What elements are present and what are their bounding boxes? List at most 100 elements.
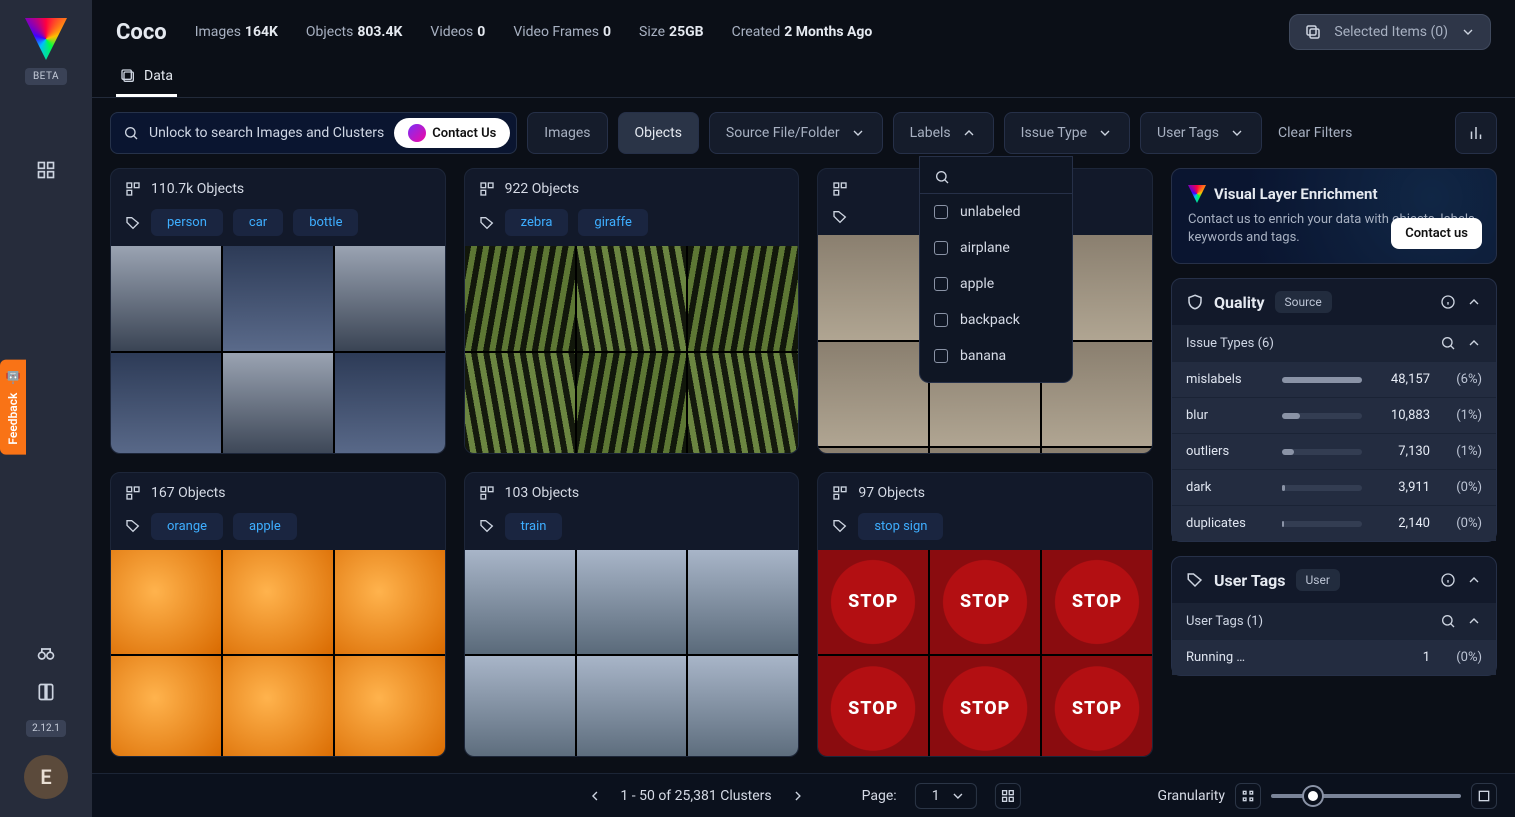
thumbnail[interactable] xyxy=(577,656,687,757)
filter-labels[interactable]: Labels xyxy=(893,112,994,154)
checkbox[interactable] xyxy=(934,349,948,363)
feedback-button[interactable]: Feedback 🤖 xyxy=(0,360,26,455)
selected-items-button[interactable]: Selected Items (0) xyxy=(1289,14,1491,50)
filter-issue-type[interactable]: Issue Type xyxy=(1004,112,1130,154)
tag[interactable]: orange xyxy=(151,513,223,540)
thumbnail[interactable] xyxy=(223,550,333,655)
thumbnail[interactable] xyxy=(930,550,1040,655)
user-tag-row[interactable]: Running …1(0%) xyxy=(1172,639,1496,675)
cluster-card[interactable]: 110.7k Objects person car bottle xyxy=(110,168,446,454)
chevron-up-icon[interactable] xyxy=(1466,294,1482,310)
thumbnail[interactable] xyxy=(818,656,928,757)
tag[interactable]: bottle xyxy=(293,209,358,236)
user-tags-header[interactable]: User Tags (1) xyxy=(1172,603,1496,639)
thumbnail[interactable] xyxy=(465,246,575,351)
thumbnail[interactable] xyxy=(465,353,575,454)
binoculars-icon[interactable] xyxy=(36,644,56,664)
filter-user-tags[interactable]: User Tags xyxy=(1140,112,1262,154)
tag[interactable]: apple xyxy=(233,513,297,540)
search-icon[interactable] xyxy=(1440,335,1456,351)
source-pill[interactable]: Source xyxy=(1275,291,1332,313)
thumbnail[interactable] xyxy=(111,246,221,351)
thumbnail[interactable] xyxy=(465,656,575,757)
dropdown-item[interactable]: backpack xyxy=(920,302,1072,338)
dropdown-item[interactable]: unlabeled xyxy=(920,194,1072,230)
checkbox[interactable] xyxy=(934,241,948,255)
thumbnail[interactable] xyxy=(688,246,798,351)
thumbnail[interactable] xyxy=(335,353,445,454)
contact-us-button[interactable]: Contact Us xyxy=(394,118,510,148)
issue-row[interactable]: dark3,911(0%) xyxy=(1172,469,1496,505)
dropdown-search[interactable] xyxy=(920,165,1072,194)
thumbnail[interactable] xyxy=(577,353,687,454)
thumbnail[interactable] xyxy=(688,550,798,655)
dropdown-item[interactable]: banana xyxy=(920,338,1072,374)
enrichment-contact-button[interactable]: Contact us xyxy=(1391,218,1482,249)
filter-source-file[interactable]: Source File/Folder xyxy=(709,112,883,154)
thumbnail[interactable] xyxy=(688,656,798,757)
chevron-up-icon[interactable] xyxy=(1466,335,1482,351)
cluster-card[interactable]: 922 Objects zebra giraffe xyxy=(464,168,800,454)
avatar[interactable]: E xyxy=(24,755,68,799)
issue-row[interactable]: blur10,883(1%) xyxy=(1172,397,1496,433)
thumbnail[interactable] xyxy=(111,656,221,757)
thumbnail[interactable] xyxy=(930,656,1040,757)
page-select[interactable]: 1 xyxy=(915,783,977,809)
tag[interactable]: train xyxy=(505,513,563,540)
cluster-card[interactable]: 103 Objects train xyxy=(464,472,800,758)
thumbnail[interactable] xyxy=(930,448,1040,453)
cluster-card[interactable]: 167 Objects orange apple xyxy=(110,472,446,758)
tab-data[interactable]: Data xyxy=(116,58,177,97)
slider-knob[interactable] xyxy=(1304,787,1322,805)
thumbnail[interactable] xyxy=(1042,550,1152,655)
info-icon[interactable] xyxy=(1440,294,1456,310)
dropdown-item[interactable]: airplane xyxy=(920,230,1072,266)
thumbnail[interactable] xyxy=(818,235,928,340)
thumbnail[interactable] xyxy=(818,448,928,453)
issue-row[interactable]: mislabels48,157(6%) xyxy=(1172,361,1496,397)
granularity-large-button[interactable] xyxy=(1471,783,1497,809)
thumbnail[interactable] xyxy=(688,353,798,454)
chevron-up-icon[interactable] xyxy=(1466,572,1482,588)
issue-row[interactable]: outliers7,130(1%) xyxy=(1172,433,1496,469)
app-logo[interactable] xyxy=(25,18,67,60)
thumbnail[interactable] xyxy=(1042,448,1152,453)
thumbnail[interactable] xyxy=(818,550,928,655)
issue-row[interactable]: duplicates2,140(0%) xyxy=(1172,505,1496,541)
tag[interactable]: stop sign xyxy=(858,513,943,540)
search-icon[interactable] xyxy=(1440,613,1456,629)
filter-objects[interactable]: Objects xyxy=(618,112,699,154)
thumbnail[interactable] xyxy=(1042,656,1152,757)
chevron-right-icon[interactable] xyxy=(790,788,806,804)
dashboard-icon[interactable] xyxy=(31,155,61,185)
checkbox[interactable] xyxy=(934,205,948,219)
user-pill[interactable]: User xyxy=(1296,569,1340,591)
grid-view-button[interactable] xyxy=(995,783,1021,809)
info-icon[interactable] xyxy=(1440,572,1456,588)
thumbnail[interactable] xyxy=(465,550,575,655)
granularity-slider[interactable] xyxy=(1271,794,1461,798)
tag[interactable]: person xyxy=(151,209,223,236)
checkbox[interactable] xyxy=(934,277,948,291)
checkbox[interactable] xyxy=(934,313,948,327)
thumbnail[interactable] xyxy=(223,656,333,757)
dropdown-item[interactable]: apple xyxy=(920,266,1072,302)
chevron-left-icon[interactable] xyxy=(586,788,602,804)
thumbnail[interactable] xyxy=(111,353,221,454)
thumbnail[interactable] xyxy=(223,353,333,454)
granularity-small-button[interactable] xyxy=(1235,783,1261,809)
filter-images[interactable]: Images xyxy=(527,112,607,154)
thumbnail[interactable] xyxy=(818,342,928,447)
thumbnail[interactable] xyxy=(335,656,445,757)
tag[interactable]: giraffe xyxy=(578,209,647,236)
thumbnail[interactable] xyxy=(577,550,687,655)
issue-types-header[interactable]: Issue Types (6) xyxy=(1172,325,1496,361)
thumbnail[interactable] xyxy=(577,246,687,351)
chevron-up-icon[interactable] xyxy=(1466,613,1482,629)
tag[interactable]: zebra xyxy=(505,209,569,236)
thumbnail[interactable] xyxy=(335,246,445,351)
thumbnail[interactable] xyxy=(335,550,445,655)
cluster-card[interactable]: 97 Objects stop sign xyxy=(817,472,1153,758)
thumbnail[interactable] xyxy=(223,246,333,351)
chart-toggle-button[interactable] xyxy=(1455,112,1497,154)
